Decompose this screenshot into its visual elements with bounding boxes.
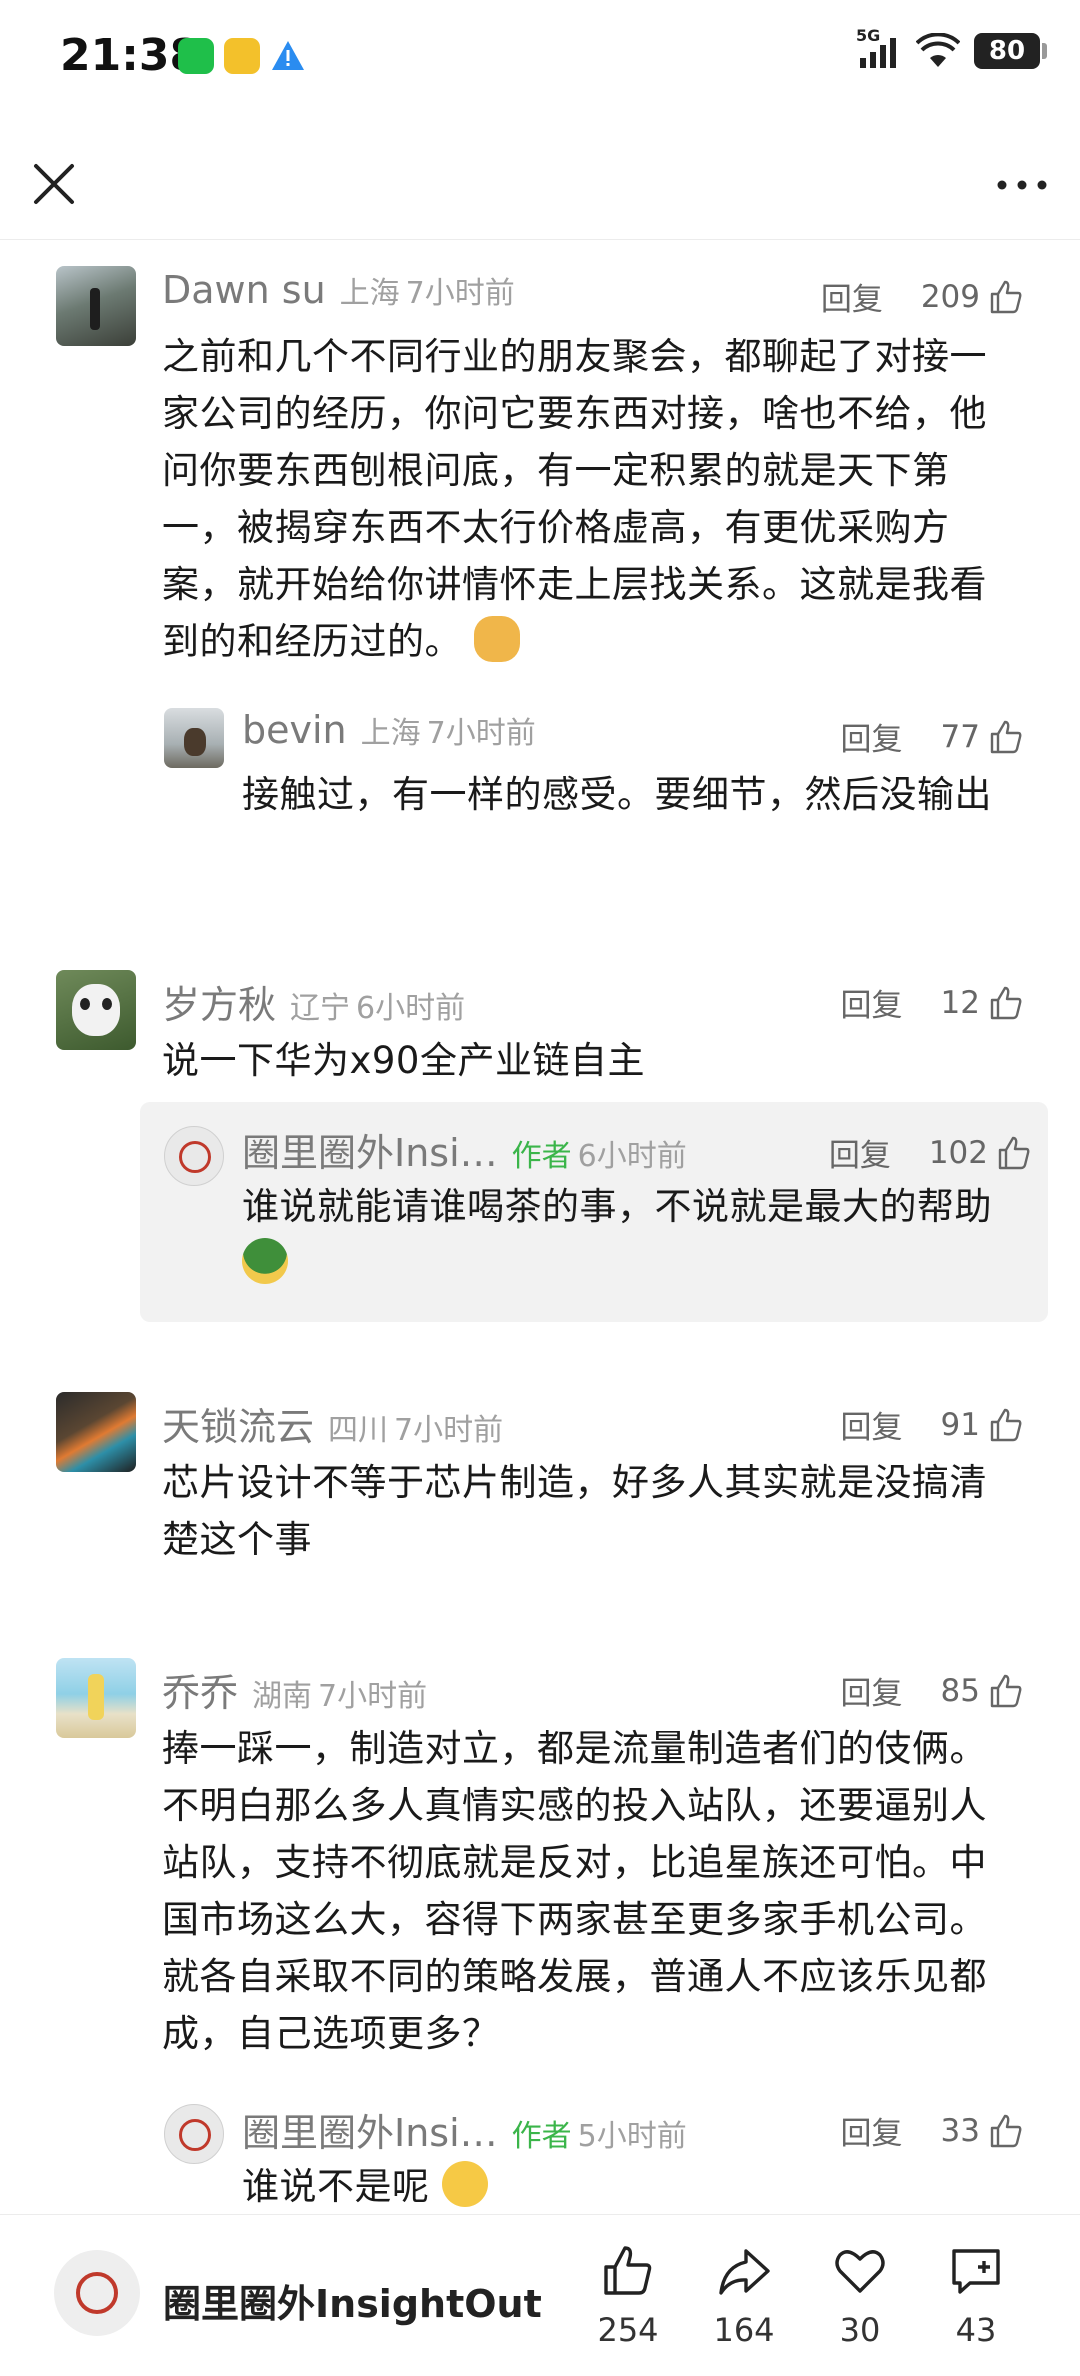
commenter-location: 上海 [339,276,400,311]
commenter-location: 辽宁 [290,991,351,1026]
comment-add-icon [952,2249,1000,2294]
warning-icon [270,38,306,78]
comment-text: 接触过，有一样的感受。要细节，然后没输出 [242,773,992,816]
comment-text: 之前和几个不同行业的朋友聚会，都聊起了对接一家公司的经历，你问它要东西对接，啥也… [162,335,987,663]
thumbs-up-icon[interactable] [988,719,1024,755]
account-name[interactable]: 圈里圈外InsightOut [163,2273,542,2328]
bottom-action-bar: 圈里圈外InsightOut 254 164 30 43 [0,2214,1080,2376]
comment-time: 5小时前 [577,2119,687,2154]
like-count: 254 [597,2311,659,2349]
reply-button[interactable]: 回复 [841,1668,903,1713]
share-button[interactable]: 164 [704,2243,784,2349]
comment-time: 7小时前 [318,1679,428,1714]
thumbs-up-icon[interactable] [996,1135,1032,1171]
commenter-location: 湖南 [252,1679,313,1714]
author-badge: 作者 [511,2119,572,2154]
commenter-name[interactable]: 圈里圈外Insi… [242,2102,498,2157]
reply-button[interactable]: 回复 [841,714,903,759]
avatar[interactable] [56,1392,136,1472]
commenter-name[interactable]: Dawn su [162,268,326,312]
comment-button[interactable]: 43 [936,2243,1016,2349]
wechat-icon [178,38,214,74]
avatar[interactable] [164,708,224,768]
reply-button[interactable]: 回复 [841,980,903,1025]
more-button[interactable] [992,160,1052,210]
avatar[interactable] [56,970,136,1050]
like-count: 12 [940,984,980,1021]
comment-time: 6小时前 [356,991,466,1026]
comment-text: 说一下华为x90全产业链自主 [162,1039,645,1082]
close-button[interactable] [28,158,80,210]
comment-list[interactable]: Dawn su 上海 7小时前 回复 209 之前和几个不同行业的朋友聚会，都聊… [0,242,1080,2212]
flushed-face-emoji-icon [441,2161,488,2207]
avatar[interactable] [164,2104,224,2164]
app-notification-icon [224,38,260,74]
comment-text: 谁说不是呢 [242,2158,1022,2212]
like-count: 91 [940,1406,980,1443]
commenter-name[interactable]: 岁方秋 [162,974,276,1029]
author-reply-highlight: 圈里圈外Insi… 作者 6小时前 回复 102 谁说就能请谁喝茶的事，不说就是… [140,1102,1048,1322]
reply-button[interactable]: 回复 [841,1402,903,1447]
dog-emoji-icon [474,616,521,662]
like-count: 209 [920,278,980,315]
comment-count: 43 [955,2311,997,2349]
wifi-icon [916,33,960,67]
comment-text: 谁说就能请谁喝茶的事，不说就是最大的帮助 [242,1178,1022,1292]
like-count: 102 [928,1134,988,1171]
comment-text: 捧一踩一，制造对立，都是流量制造者们的伎俩。不明白那么多人真情实感的投入站队，还… [162,1727,987,2055]
comment-time: 7小时前 [405,276,515,311]
avatar[interactable] [164,1126,224,1186]
battery-indicator: 80 [974,33,1047,69]
like-count: 77 [940,718,980,755]
top-nav-bar [0,130,1080,240]
favorite-button[interactable]: 30 [820,2243,900,2349]
avatar[interactable] [56,266,136,346]
thumbs-up-icon[interactable] [988,1673,1024,1709]
comment-text: 芯片设计不等于芯片制造，好多人其实就是没搞清楚这个事 [162,1461,987,1561]
close-icon [34,164,74,204]
thumbs-up-icon [604,2246,652,2295]
like-button[interactable]: 254 [588,2243,668,2349]
thumbs-up-icon[interactable] [988,1407,1024,1443]
reply-button[interactable]: 回复 [841,2108,903,2153]
commenter-name[interactable]: 天锁流云 [162,1396,314,1451]
reply-button[interactable]: 回复 [829,1130,891,1175]
thumbs-up-icon[interactable] [988,2113,1024,2149]
thumbs-up-icon[interactable] [988,985,1024,1021]
commenter-name[interactable]: bevin [242,708,347,752]
commenter-name[interactable]: 圈里圈外Insi… [242,1122,498,1177]
comment-time: 7小时前 [426,716,536,751]
avatar[interactable] [56,1658,136,1738]
share-count: 164 [713,2311,775,2349]
status-bar: 21:38 5G 80 [0,0,1080,120]
more-icon [997,180,1047,190]
like-count: 33 [940,2112,980,2149]
commenter-location: 四川 [328,1413,389,1448]
heart-icon [835,2250,885,2293]
thumbs-up-icon[interactable] [988,279,1024,315]
like-count: 85 [940,1672,980,1709]
author-badge: 作者 [511,1139,572,1174]
share-icon [719,2249,770,2295]
commenter-location: 上海 [360,716,421,751]
reply-button[interactable]: 回复 [821,274,883,319]
commenter-name[interactable]: 乔乔 [162,1662,238,1717]
helmet-emoji-icon [242,1238,288,1284]
account-avatar[interactable] [54,2250,140,2336]
comment-time: 7小时前 [394,1413,504,1448]
comment-time: 6小时前 [577,1139,687,1174]
favorite-count: 30 [839,2311,881,2349]
cellular-signal-icon: 5G [856,26,902,70]
